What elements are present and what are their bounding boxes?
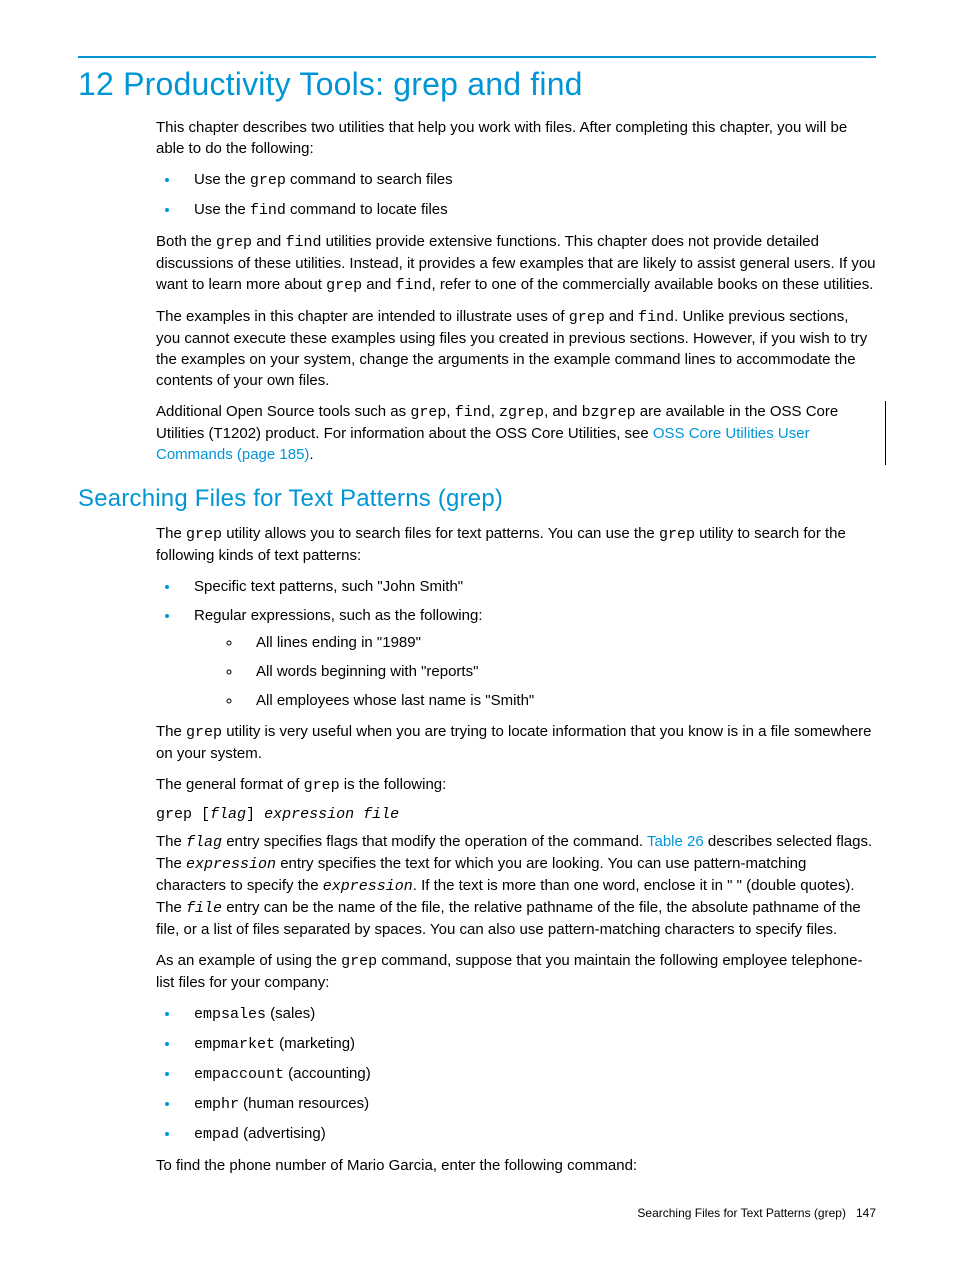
list-item: Use the find command to locate files bbox=[180, 199, 876, 221]
intro-p3: The examples in this chapter are intende… bbox=[156, 306, 876, 391]
s1-p3: The general format of grep is the follow… bbox=[156, 774, 876, 796]
intro-p1: This chapter describes two utilities tha… bbox=[156, 117, 876, 159]
s1-sub-bullets: All lines ending in "1989" All words beg… bbox=[218, 632, 876, 711]
s1-p2: The grep utility is very useful when you… bbox=[156, 721, 876, 764]
s1-p5: As an example of using the grep command,… bbox=[156, 950, 876, 993]
s1-p4: The flag entry specifies flags that modi… bbox=[156, 831, 876, 940]
s1-p1: The grep utility allows you to search fi… bbox=[156, 523, 876, 566]
table-26-link[interactable]: Table 26 bbox=[647, 833, 704, 850]
list-item: All words beginning with "reports" bbox=[242, 661, 876, 682]
section1-block: The grep utility allows you to search fi… bbox=[156, 523, 876, 1176]
s1-p6: To find the phone number of Mario Garcia… bbox=[156, 1155, 876, 1176]
s1-bullet-list1: Specific text patterns, such "John Smith… bbox=[156, 576, 876, 711]
list-item: empaccount (accounting) bbox=[180, 1063, 876, 1085]
list-item: All employees whose last name is "Smith" bbox=[242, 690, 876, 711]
intro-p4-changebar: Additional Open Source tools such as gre… bbox=[156, 401, 876, 465]
intro-bullet-list: Use the grep command to search files Use… bbox=[156, 169, 876, 221]
top-rule bbox=[78, 56, 876, 58]
list-item: empad (advertising) bbox=[180, 1123, 876, 1145]
list-item: Use the grep command to search files bbox=[180, 169, 876, 191]
footer-section: Searching Files for Text Patterns (grep) bbox=[637, 1206, 846, 1220]
intro-block: This chapter describes two utilities tha… bbox=[156, 117, 876, 465]
document-page: 12 Productivity Tools: grep and find Thi… bbox=[0, 0, 954, 1260]
section-heading-grep: Searching Files for Text Patterns (grep) bbox=[78, 485, 876, 513]
s1-bullet-list2: empsales (sales) empmarket (marketing) e… bbox=[156, 1003, 876, 1145]
list-item: Specific text patterns, such "John Smith… bbox=[180, 576, 876, 597]
list-item: empsales (sales) bbox=[180, 1003, 876, 1025]
grep-syntax: grep [flag] expression file bbox=[156, 806, 876, 823]
list-item: Regular expressions, such as the followi… bbox=[180, 605, 876, 711]
page-footer: Searching Files for Text Patterns (grep)… bbox=[78, 1206, 876, 1220]
list-item: emphr (human resources) bbox=[180, 1093, 876, 1115]
chapter-title: 12 Productivity Tools: grep and find bbox=[78, 66, 876, 103]
page-number: 147 bbox=[856, 1206, 876, 1220]
list-item: empmarket (marketing) bbox=[180, 1033, 876, 1055]
intro-p2: Both the grep and find utilities provide… bbox=[156, 231, 876, 296]
list-item: All lines ending in "1989" bbox=[242, 632, 876, 653]
